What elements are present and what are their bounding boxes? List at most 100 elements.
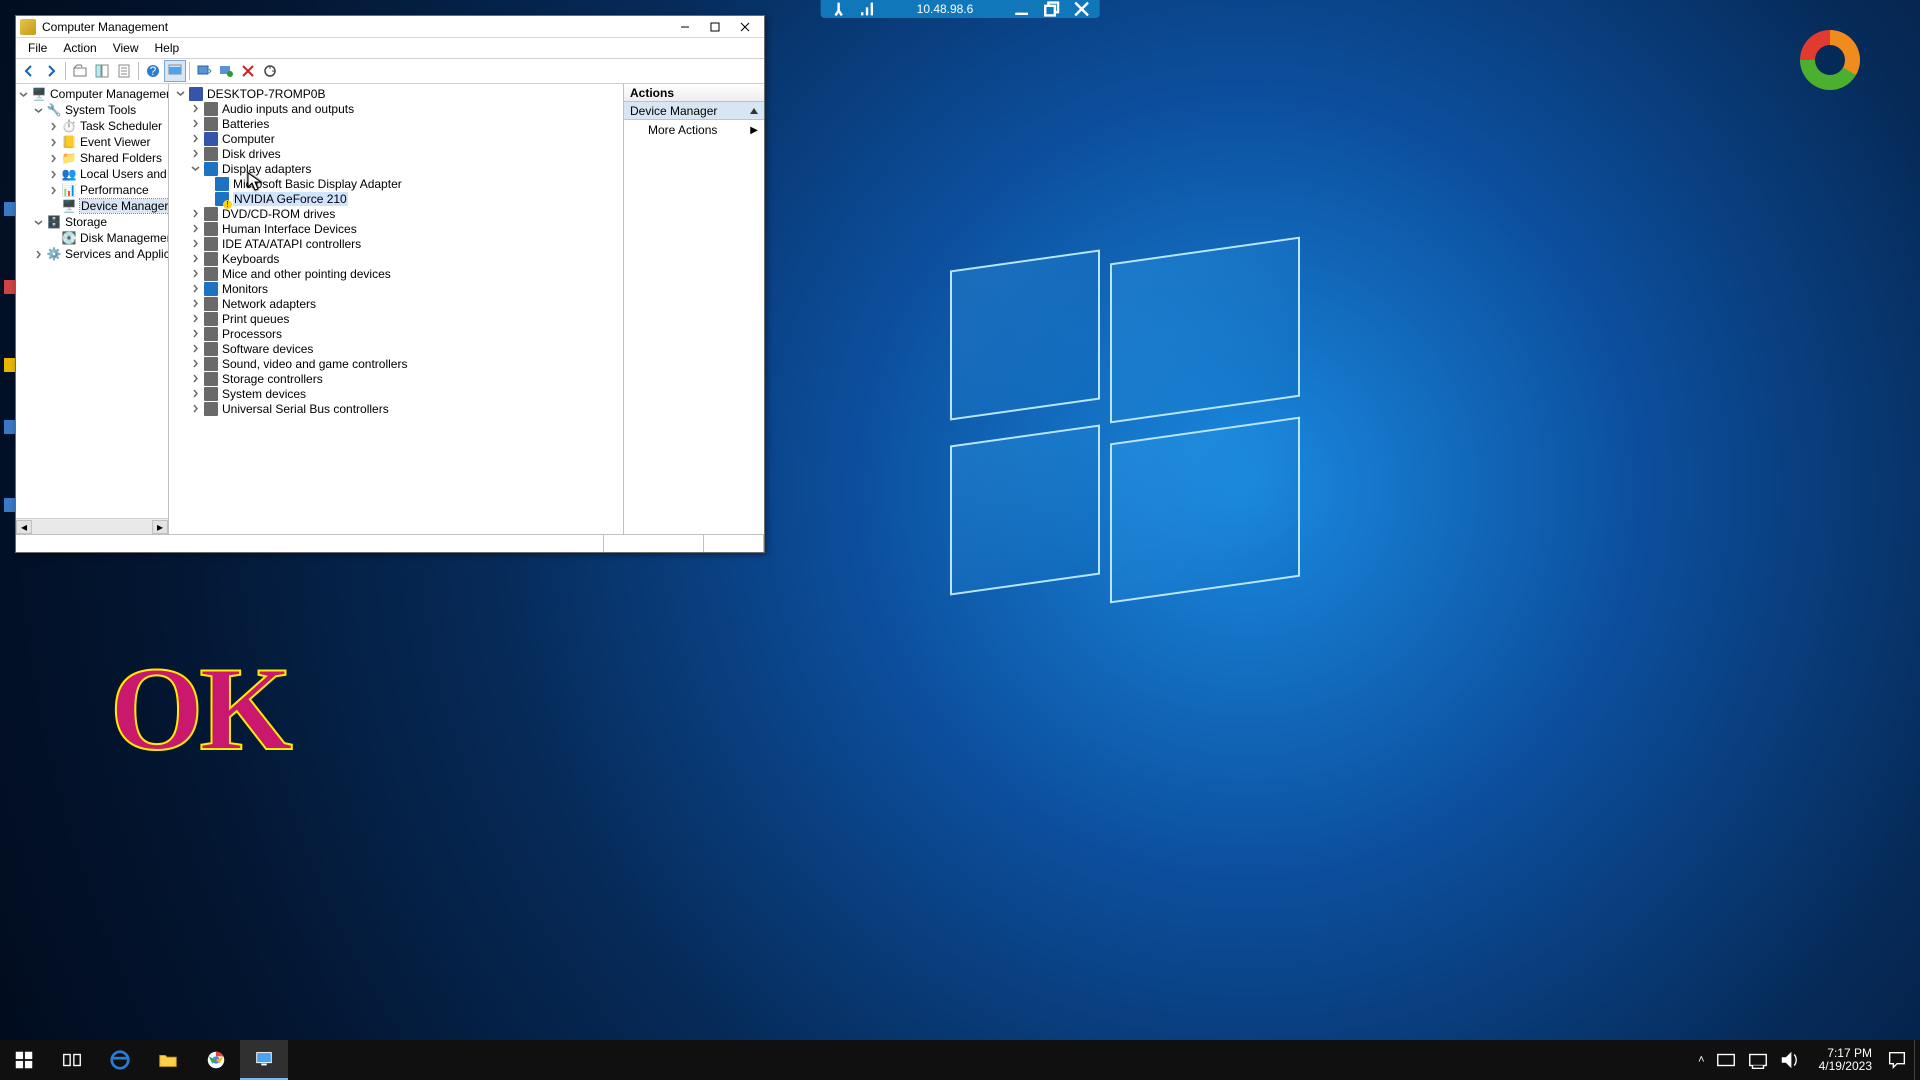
expand-icon[interactable] [190,283,201,294]
close-button[interactable] [730,17,760,37]
tree-local-users[interactable]: 👥 Local Users and Groups [16,166,168,182]
scroll-left-icon[interactable]: ◂ [16,520,32,534]
actions-section-device-manager[interactable]: Device Manager [624,102,764,120]
forward-button[interactable] [40,60,62,82]
expand-icon[interactable] [48,121,59,132]
tray-volume-icon[interactable] [1779,1049,1801,1071]
device-tree[interactable]: DESKTOP-7ROMP0B Audio inputs and outputs… [169,84,624,534]
expand-icon[interactable] [190,358,201,369]
expand-icon[interactable] [190,133,201,144]
show-desktop-button[interactable] [1914,1040,1920,1080]
up-level-button[interactable] [69,60,91,82]
device-cat-usb[interactable]: Universal Serial Bus controllers [169,401,623,416]
update-driver-button[interactable] [259,60,281,82]
expand-icon[interactable] [190,238,201,249]
console-tree[interactable]: 🖥️ Computer Management (Local) 🔧 System … [16,84,168,518]
device-cat-computer[interactable]: Computer [169,131,623,146]
tree-event-viewer[interactable]: 📒 Event Viewer [16,134,168,150]
expand-icon[interactable] [190,298,201,309]
tree-shared-folders[interactable]: 📁 Shared Folders [16,150,168,166]
device-root[interactable]: DESKTOP-7ROMP0B [169,86,623,101]
maximize-button[interactable] [700,17,730,37]
device-cat-mice[interactable]: Mice and other pointing devices [169,266,623,281]
device-cat-dvd[interactable]: DVD/CD-ROM drives [169,206,623,221]
device-cat-batteries[interactable]: Batteries [169,116,623,131]
expand-icon[interactable] [190,118,201,129]
expand-icon[interactable] [190,223,201,234]
showhide-tree-button[interactable] [91,60,113,82]
tree-services-apps[interactable]: ⚙️ Services and Applications [16,246,168,262]
titlebar[interactable]: Computer Management [16,16,764,38]
device-cat-storagectl[interactable]: Storage controllers [169,371,623,386]
collapse-icon[interactable] [18,89,29,100]
collapse-icon[interactable] [175,88,186,99]
device-cat-monitors[interactable]: Monitors [169,281,623,296]
menu-help[interactable]: Help [147,39,188,57]
device-cat-software[interactable]: Software devices [169,341,623,356]
menu-file[interactable]: File [20,39,55,57]
tree-disk-management[interactable]: 💽 Disk Management [16,230,168,246]
device-cat-disk[interactable]: Disk drives [169,146,623,161]
expand-icon[interactable] [48,185,59,196]
collapse-icon[interactable] [190,163,201,174]
device-cat-system[interactable]: System devices [169,386,623,401]
device-cat-network[interactable]: Network adapters [169,296,623,311]
tree-system-tools[interactable]: 🔧 System Tools [16,102,168,118]
expand-icon[interactable] [190,403,201,414]
remote-close-icon[interactable] [1073,2,1089,16]
device-cat-hid[interactable]: Human Interface Devices [169,221,623,236]
scan-hardware-button[interactable] [193,60,215,82]
tray-network2-icon[interactable] [1747,1049,1769,1071]
device-cat-sound[interactable]: Sound, video and game controllers [169,356,623,371]
device-cat-audio[interactable]: Audio inputs and outputs [169,101,623,116]
expand-icon[interactable] [190,148,201,159]
device-cat-processors[interactable]: Processors [169,326,623,341]
system-tray[interactable]: ˄ [1688,1049,1810,1071]
menu-action[interactable]: Action [55,39,104,57]
actions-more-actions[interactable]: More Actions ▶ [624,120,764,140]
remote-minimize-icon[interactable] [1013,2,1029,16]
tree-root[interactable]: 🖥️ Computer Management (Local) [16,86,168,102]
expand-icon[interactable] [190,253,201,264]
back-button[interactable] [18,60,40,82]
taskbar-file-explorer[interactable] [144,1040,192,1080]
action-center-button[interactable] [1880,1040,1914,1080]
enable-device-button[interactable] [215,60,237,82]
remote-restore-icon[interactable] [1043,2,1059,16]
taskbar-edge[interactable] [96,1040,144,1080]
minimize-button[interactable] [670,17,700,37]
expand-icon[interactable] [190,373,201,384]
taskbar-clock[interactable]: 7:17 PM 4/19/2023 [1811,1047,1880,1073]
uninstall-device-button[interactable] [237,60,259,82]
left-horizontal-scrollbar[interactable]: ◂ ▸ [16,518,168,534]
expand-icon[interactable] [190,388,201,399]
expand-icon[interactable] [190,343,201,354]
expand-icon[interactable] [190,103,201,114]
taskbar-chrome[interactable] [192,1040,240,1080]
taskbar-computer-management[interactable] [240,1040,288,1080]
tray-chevron-icon[interactable]: ˄ [1698,1054,1704,1066]
expand-icon[interactable] [48,153,59,164]
device-cat-ide[interactable]: IDE ATA/ATAPI controllers [169,236,623,251]
expand-icon[interactable] [190,328,201,339]
tree-storage[interactable]: 🗄️ Storage [16,214,168,230]
device-cat-keyboards[interactable]: Keyboards [169,251,623,266]
collapse-icon[interactable] [33,105,44,116]
expand-icon[interactable] [190,208,201,219]
start-button[interactable] [0,1040,48,1080]
properties-button[interactable] [113,60,135,82]
scroll-right-icon[interactable]: ▸ [152,520,168,534]
scroll-track[interactable] [32,520,152,534]
task-view-button[interactable] [48,1040,96,1080]
collapse-icon[interactable] [33,217,44,228]
device-nvidia-geforce-210[interactable]: NVIDIA GeForce 210 [169,191,623,206]
device-cat-display[interactable]: Display adapters [169,161,623,176]
expand-icon[interactable] [33,249,44,260]
system-monitor-widget[interactable] [1800,30,1860,90]
device-cat-print[interactable]: Print queues [169,311,623,326]
tree-task-scheduler[interactable]: ⏱️ Task Scheduler [16,118,168,134]
tray-network-icon[interactable] [1715,1049,1737,1071]
expand-icon[interactable] [190,268,201,279]
tree-performance[interactable]: 📊 Performance [16,182,168,198]
view-devices-by-type-button[interactable] [164,60,186,82]
